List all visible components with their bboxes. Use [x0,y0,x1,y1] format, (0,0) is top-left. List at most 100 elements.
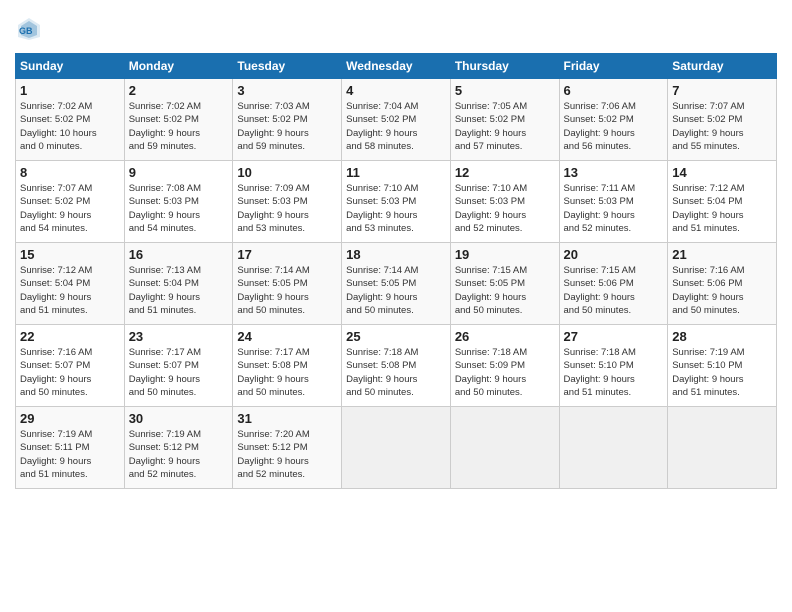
day-number: 1 [20,83,120,98]
calendar-cell: 28 Sunrise: 7:19 AMSunset: 5:10 PMDayligh… [668,325,777,407]
day-number: 23 [129,329,229,344]
calendar-cell [450,407,559,489]
calendar-cell: 15 Sunrise: 7:12 AMSunset: 5:04 PMDayligh… [16,243,125,325]
day-info: Sunrise: 7:02 AMSunset: 5:02 PMDaylight:… [20,100,120,153]
day-number: 7 [672,83,772,98]
logo: GB [15,15,47,43]
day-number: 19 [455,247,555,262]
calendar-cell [559,407,668,489]
day-number: 31 [237,411,337,426]
day-info: Sunrise: 7:08 AMSunset: 5:03 PMDaylight:… [129,182,229,235]
day-info: Sunrise: 7:19 AMSunset: 5:10 PMDaylight:… [672,346,772,399]
day-info: Sunrise: 7:18 AMSunset: 5:09 PMDaylight:… [455,346,555,399]
calendar-cell: 16 Sunrise: 7:13 AMSunset: 5:04 PMDayligh… [124,243,233,325]
day-number: 30 [129,411,229,426]
day-info: Sunrise: 7:10 AMSunset: 5:03 PMDaylight:… [455,182,555,235]
weekday-header-monday: Monday [124,54,233,79]
day-number: 28 [672,329,772,344]
calendar-cell: 6Sunrise: 7:06 AMSunset: 5:02 PMDaylight… [559,79,668,161]
day-info: Sunrise: 7:14 AMSunset: 5:05 PMDaylight:… [237,264,337,317]
calendar-cell: 20 Sunrise: 7:15 AMSunset: 5:06 PMDayligh… [559,243,668,325]
day-number: 20 [564,247,664,262]
calendar-header: SundayMondayTuesdayWednesdayThursdayFrid… [16,54,777,79]
day-info: Sunrise: 7:19 AMSunset: 5:11 PMDaylight:… [20,428,120,481]
day-number: 6 [564,83,664,98]
day-info: Sunrise: 7:09 AMSunset: 5:03 PMDaylight:… [237,182,337,235]
calendar: SundayMondayTuesdayWednesdayThursdayFrid… [15,53,777,489]
calendar-cell: 8Sunrise: 7:07 AMSunset: 5:02 PMDaylight… [16,161,125,243]
day-info: Sunrise: 7:16 AMSunset: 5:07 PMDaylight:… [20,346,120,399]
calendar-cell: 25 Sunrise: 7:18 AMSunset: 5:08 PMDayligh… [342,325,451,407]
day-info: Sunrise: 7:04 AMSunset: 5:02 PMDaylight:… [346,100,446,153]
calendar-cell: 19 Sunrise: 7:15 AMSunset: 5:05 PMDayligh… [450,243,559,325]
day-number: 4 [346,83,446,98]
header: GB [15,15,777,43]
day-number: 25 [346,329,446,344]
calendar-cell: 31 Sunrise: 7:20 AMSunset: 5:12 PMDayligh… [233,407,342,489]
calendar-cell: 9 Sunrise: 7:08 AMSunset: 5:03 PMDaylight… [124,161,233,243]
weekday-header-wednesday: Wednesday [342,54,451,79]
day-info: Sunrise: 7:15 AMSunset: 5:06 PMDaylight:… [564,264,664,317]
day-info: Sunrise: 7:05 AMSunset: 5:02 PMDaylight:… [455,100,555,153]
calendar-cell: 24 Sunrise: 7:17 AMSunset: 5:08 PMDayligh… [233,325,342,407]
day-number: 3 [237,83,337,98]
day-info: Sunrise: 7:15 AMSunset: 5:05 PMDaylight:… [455,264,555,317]
weekday-header-friday: Friday [559,54,668,79]
day-info: Sunrise: 7:03 AMSunset: 5:02 PMDaylight:… [237,100,337,153]
calendar-cell: 23 Sunrise: 7:17 AMSunset: 5:07 PMDayligh… [124,325,233,407]
day-number: 24 [237,329,337,344]
day-number: 13 [564,165,664,180]
calendar-cell: 11Sunrise: 7:10 AMSunset: 5:03 PMDayligh… [342,161,451,243]
calendar-cell: 5 Sunrise: 7:05 AMSunset: 5:02 PMDaylight… [450,79,559,161]
calendar-cell: 1 Sunrise: 7:02 AMSunset: 5:02 PMDaylight… [16,79,125,161]
calendar-cell: 13 Sunrise: 7:11 AMSunset: 5:03 PMDayligh… [559,161,668,243]
calendar-cell: 10 Sunrise: 7:09 AMSunset: 5:03 PMDayligh… [233,161,342,243]
calendar-cell [668,407,777,489]
weekday-header-sunday: Sunday [16,54,125,79]
calendar-cell: 26Sunrise: 7:18 AMSunset: 5:09 PMDayligh… [450,325,559,407]
day-number: 14 [672,165,772,180]
day-info: Sunrise: 7:14 AMSunset: 5:05 PMDaylight:… [346,264,446,317]
calendar-cell: 12 Sunrise: 7:10 AMSunset: 5:03 PMDayligh… [450,161,559,243]
day-info: Sunrise: 7:16 AMSunset: 5:06 PMDaylight:… [672,264,772,317]
calendar-cell: 17 Sunrise: 7:14 AMSunset: 5:05 PMDayligh… [233,243,342,325]
weekday-header-tuesday: Tuesday [233,54,342,79]
calendar-cell: 27 Sunrise: 7:18 AMSunset: 5:10 PMDayligh… [559,325,668,407]
day-number: 29 [20,411,120,426]
calendar-cell: 3 Sunrise: 7:03 AMSunset: 5:02 PMDaylight… [233,79,342,161]
day-info: Sunrise: 7:20 AMSunset: 5:12 PMDaylight:… [237,428,337,481]
day-info: Sunrise: 7:18 AMSunset: 5:08 PMDaylight:… [346,346,446,399]
day-number: 9 [129,165,229,180]
calendar-cell: 7 Sunrise: 7:07 AMSunset: 5:02 PMDaylight… [668,79,777,161]
day-number: 5 [455,83,555,98]
day-number: 17 [237,247,337,262]
calendar-cell: 2 Sunrise: 7:02 AMSunset: 5:02 PMDaylight… [124,79,233,161]
logo-icon: GB [15,15,43,43]
calendar-cell [342,407,451,489]
calendar-cell: 4 Sunrise: 7:04 AMSunset: 5:02 PMDaylight… [342,79,451,161]
calendar-cell: 22 Sunrise: 7:16 AMSunset: 5:07 PMDayligh… [16,325,125,407]
page-container: GB SundayMondayTuesdayWednesdayThursdayF… [0,0,792,612]
day-info: Sunrise: 7:12 AMSunset: 5:04 PMDaylight:… [20,264,120,317]
day-info: Sunrise: 7:18 AMSunset: 5:10 PMDaylight:… [564,346,664,399]
day-number: 16 [129,247,229,262]
day-number: 15 [20,247,120,262]
day-number: 27 [564,329,664,344]
day-info: Sunrise: 7:17 AMSunset: 5:08 PMDaylight:… [237,346,337,399]
day-info: Sunrise: 7:07 AMSunset: 5:02 PMDaylight:… [672,100,772,153]
day-info: Sunrise: 7:17 AMSunset: 5:07 PMDaylight:… [129,346,229,399]
day-info: Sunrise: 7:10 AMSunset: 5:03 PMDaylight:… [346,182,446,235]
calendar-cell: 30Sunrise: 7:19 AMSunset: 5:12 PMDayligh… [124,407,233,489]
day-number: 22 [20,329,120,344]
day-number: 2 [129,83,229,98]
day-number: 10 [237,165,337,180]
calendar-cell: 18 Sunrise: 7:14 AMSunset: 5:05 PMDayligh… [342,243,451,325]
day-info: Sunrise: 7:11 AMSunset: 5:03 PMDaylight:… [564,182,664,235]
day-number: 18 [346,247,446,262]
svg-text:GB: GB [19,26,33,36]
day-number: 8 [20,165,120,180]
day-number: 12 [455,165,555,180]
weekday-header-thursday: Thursday [450,54,559,79]
day-info: Sunrise: 7:13 AMSunset: 5:04 PMDaylight:… [129,264,229,317]
day-info: Sunrise: 7:02 AMSunset: 5:02 PMDaylight:… [129,100,229,153]
